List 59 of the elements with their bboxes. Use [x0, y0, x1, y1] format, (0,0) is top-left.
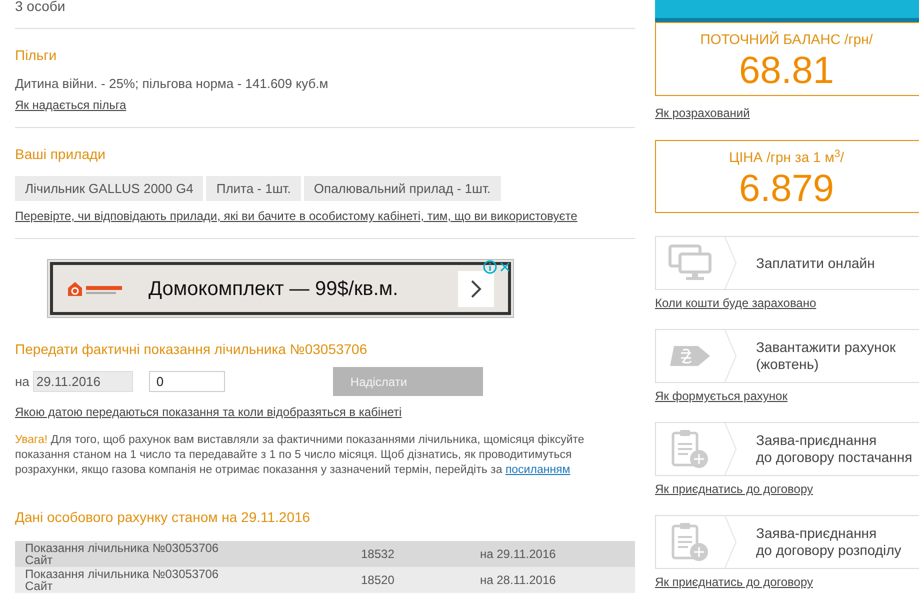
- close-icon[interactable]: [498, 260, 512, 274]
- info-icon[interactable]: [482, 260, 496, 274]
- household-text: 3 особи: [15, 0, 66, 14]
- reading-field[interactable]: 0: [149, 371, 226, 392]
- action-label: Заплатити онлайн: [756, 254, 875, 272]
- help-link[interactable]: Як формується рахунок: [655, 389, 788, 403]
- action-label: Заява-приєднання: [756, 432, 878, 449]
- action-card[interactable]: Заплатити онлайн: [655, 236, 919, 290]
- section-title: Передати фактичні показання лічильника №03053706: [15, 341, 368, 357]
- action-card[interactable]: Заява-приєднання до договору розподілу: [655, 515, 919, 569]
- warning-text: Увага! Для того, щоб рахунок вам виставляли за фактичними показаннями лічильника, щомісяця фіксуйте показання станом на 1 число та передавайте з 1 по 5 число місяця. Щоб дізнатись, як проводитимуться розрахунки, якщо газова компанія не отримає показання у зазначений термін, перейдіть за посиланням: [15, 433, 586, 478]
- monitor-icon: [668, 244, 712, 282]
- action-card[interactable]: Завантажити рахунок (жовтень): [655, 329, 919, 383]
- device-chip: Плита - 1шт.: [206, 176, 301, 201]
- help-link[interactable]: Як приєднатись до договору: [655, 482, 813, 496]
- device-chip: Опалювальний прилад - 1шт.: [304, 176, 501, 201]
- chevron-divider-icon: [724, 423, 738, 475]
- benefit-text: Дитина війни. - 25%; пільгова норма - 141.609 куб.м: [15, 76, 330, 92]
- chevron-right-icon[interactable]: [458, 270, 494, 306]
- help-link[interactable]: Як надається пільга: [15, 98, 126, 112]
- currency-arrow-icon: [668, 344, 712, 368]
- ad-text: Домокомплект — 99$/кв.м.: [148, 276, 398, 302]
- help-link[interactable]: Коли кошти буде зараховано: [655, 296, 816, 310]
- clipboard-plus-icon: [670, 429, 710, 469]
- link[interactable]: посиланням: [505, 464, 570, 476]
- clipboard-plus-icon: [670, 522, 710, 562]
- help-link[interactable]: Якою датою передаються показання та коли відобразяться в кабінеті: [15, 405, 402, 419]
- chevron-divider-icon: [724, 516, 738, 568]
- action-label: (жовтень): [756, 356, 820, 373]
- table-cell-text: Сайт: [25, 554, 54, 566]
- table-cell-text: Сайт: [25, 580, 54, 592]
- section-title: Дані особового рахунку станом на 29.11.2016: [15, 509, 312, 525]
- table-cell-text: 18520: [361, 572, 396, 589]
- section-title: Пільги: [15, 47, 58, 63]
- action-label: до договору розподілу: [756, 542, 902, 559]
- table-cell-text: на 28.11.2016: [480, 572, 556, 589]
- table-cell-text: 18532: [361, 546, 396, 563]
- chevron-divider-icon: [724, 330, 738, 382]
- action-label: Заява-приєднання: [756, 525, 878, 542]
- logo-icon: [66, 280, 124, 296]
- help-link[interactable]: Перевірте, чи відповідають прилади, які ви бачите в особистому кабінеті, тим, що ви використовуєте: [15, 209, 578, 223]
- table-cell-text: Показання лічильника №03053706: [25, 542, 220, 554]
- action-card[interactable]: Заява-приєднання до договору постачання: [655, 422, 919, 476]
- action-label: до договору постачання: [756, 449, 912, 466]
- price-value: 6.879: [738, 168, 834, 210]
- chevron-divider-icon: [724, 237, 738, 289]
- help-link[interactable]: Як розрахований: [655, 106, 750, 120]
- price-label: ЦІНА /грн за 1 м$^{3}$/: [728, 147, 844, 167]
- date-label: на: [15, 372, 30, 391]
- table-cell-text: Показання лічильника №03053706: [25, 568, 220, 580]
- section-title: Ваші прилади: [15, 146, 106, 162]
- date-field[interactable]: 29.11.2016: [33, 371, 134, 392]
- balance-label: ПОТОЧНИЙ БАЛАНС /грн/: [700, 30, 873, 49]
- device-chip: Лічильник GALLUS 2000 G4: [15, 176, 204, 201]
- help-link[interactable]: Як приєднатись до договору: [655, 575, 813, 589]
- balance-value: 68.81: [738, 50, 834, 92]
- ad-banner[interactable]: Домокомплект — 99$/кв.м.: [46, 259, 514, 318]
- action-label: Завантажити рахунок: [756, 339, 896, 356]
- table-cell-text: на 29.11.2016: [480, 546, 556, 563]
